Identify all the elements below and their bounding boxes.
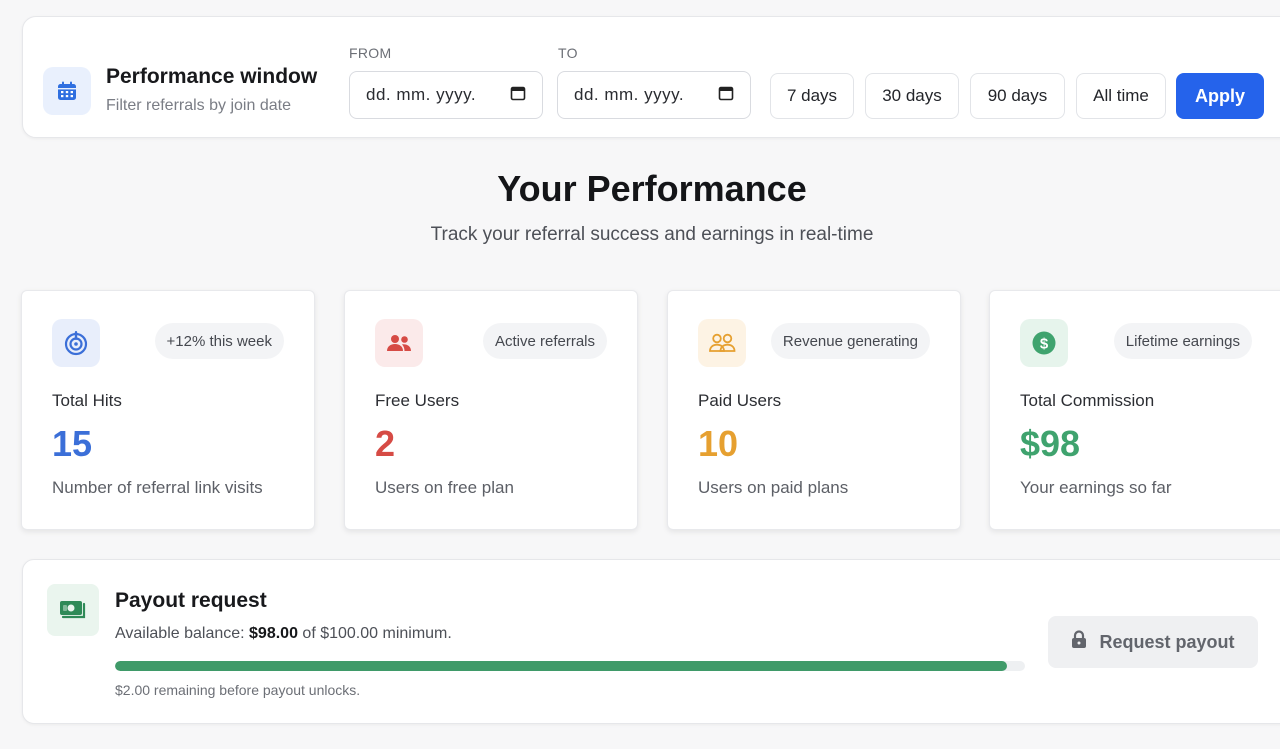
stat-value: 2 xyxy=(375,423,396,464)
from-date-value: dd. mm. yyyy. xyxy=(366,85,477,104)
stat-label: Free Users xyxy=(375,391,460,410)
from-date-input[interactable]: dd. mm. yyyy. xyxy=(349,71,543,119)
range-all-time-button[interactable]: All time xyxy=(1076,73,1166,119)
stat-card-total-hits: +12% this week Total Hits 15 Number of r… xyxy=(21,290,315,530)
stat-card-paid-users: Revenue generating Paid Users 10 Users o… xyxy=(667,290,961,530)
stat-value: 10 xyxy=(698,423,739,464)
payout-progress-fill xyxy=(115,661,1007,671)
dollar-icon: $ xyxy=(1020,319,1068,367)
stat-value: 15 xyxy=(52,423,93,464)
stat-label: Total Commission xyxy=(1020,391,1155,410)
calendar-picker-icon[interactable] xyxy=(718,85,734,106)
range-30-days-button[interactable]: 30 days xyxy=(865,73,959,119)
page-subtitle: Track your referral success and earnings… xyxy=(430,224,874,245)
stat-badge: +12% this week xyxy=(154,323,284,359)
balance-prefix: Available balance: xyxy=(115,625,250,642)
stat-description: Users on paid plans xyxy=(698,478,849,497)
svg-text:$: $ xyxy=(1040,336,1049,353)
paid-users-icon xyxy=(698,319,746,367)
request-payout-label: Request payout xyxy=(1099,631,1235,652)
performance-window-title: Performance window xyxy=(106,65,318,88)
payout-request-card: Payout request Available balance: $98.00… xyxy=(22,559,1280,724)
calendar-icon xyxy=(43,67,91,115)
payout-title: Payout request xyxy=(115,589,267,612)
balance-suffix: of $100.00 minimum. xyxy=(297,625,452,642)
performance-window-card: Performance window Filter referrals by j… xyxy=(22,16,1280,138)
stat-badge: Active referrals xyxy=(482,323,607,359)
balance-amount: $98.00 xyxy=(249,625,298,642)
range-90-days-button[interactable]: 90 days xyxy=(970,73,1065,119)
users-icon xyxy=(375,319,423,367)
stat-description: Users on free plan xyxy=(375,478,514,497)
page: Performance window Filter referrals by j… xyxy=(0,0,1280,749)
request-payout-button[interactable]: Request payout xyxy=(1048,616,1258,668)
cash-icon xyxy=(47,584,99,636)
lock-icon xyxy=(1071,630,1087,654)
performance-window-subtitle: Filter referrals by join date xyxy=(106,97,291,114)
calendar-picker-icon[interactable] xyxy=(510,85,526,106)
stat-card-total-commission: $ Lifetime earnings Total Commission $98… xyxy=(989,290,1280,530)
stat-description: Number of referral link visits xyxy=(52,478,263,497)
to-date-input[interactable]: dd. mm. yyyy. xyxy=(557,71,751,119)
target-icon xyxy=(52,319,100,367)
stat-description: Your earnings so far xyxy=(1020,478,1172,497)
stat-label: Paid Users xyxy=(698,391,782,410)
to-date-value: dd. mm. yyyy. xyxy=(574,85,685,104)
apply-button[interactable]: Apply xyxy=(1176,73,1264,119)
stat-badge: Lifetime earnings xyxy=(1113,323,1252,359)
range-7-days-button[interactable]: 7 days xyxy=(770,73,854,119)
to-label: TO xyxy=(558,45,578,61)
stat-card-free-users: Active referrals Free Users 2 Users on f… xyxy=(344,290,638,530)
payout-progress-bar xyxy=(115,661,1025,671)
stat-badge: Revenue generating xyxy=(770,323,930,359)
stat-value: $98 xyxy=(1020,423,1081,464)
available-balance: Available balance: $98.00 of $100.00 min… xyxy=(115,625,452,643)
stat-label: Total Hits xyxy=(52,391,122,410)
page-title: Your Performance xyxy=(497,168,807,209)
from-label: FROM xyxy=(349,45,392,61)
payout-remaining-note: $2.00 remaining before payout unlocks. xyxy=(115,682,361,698)
